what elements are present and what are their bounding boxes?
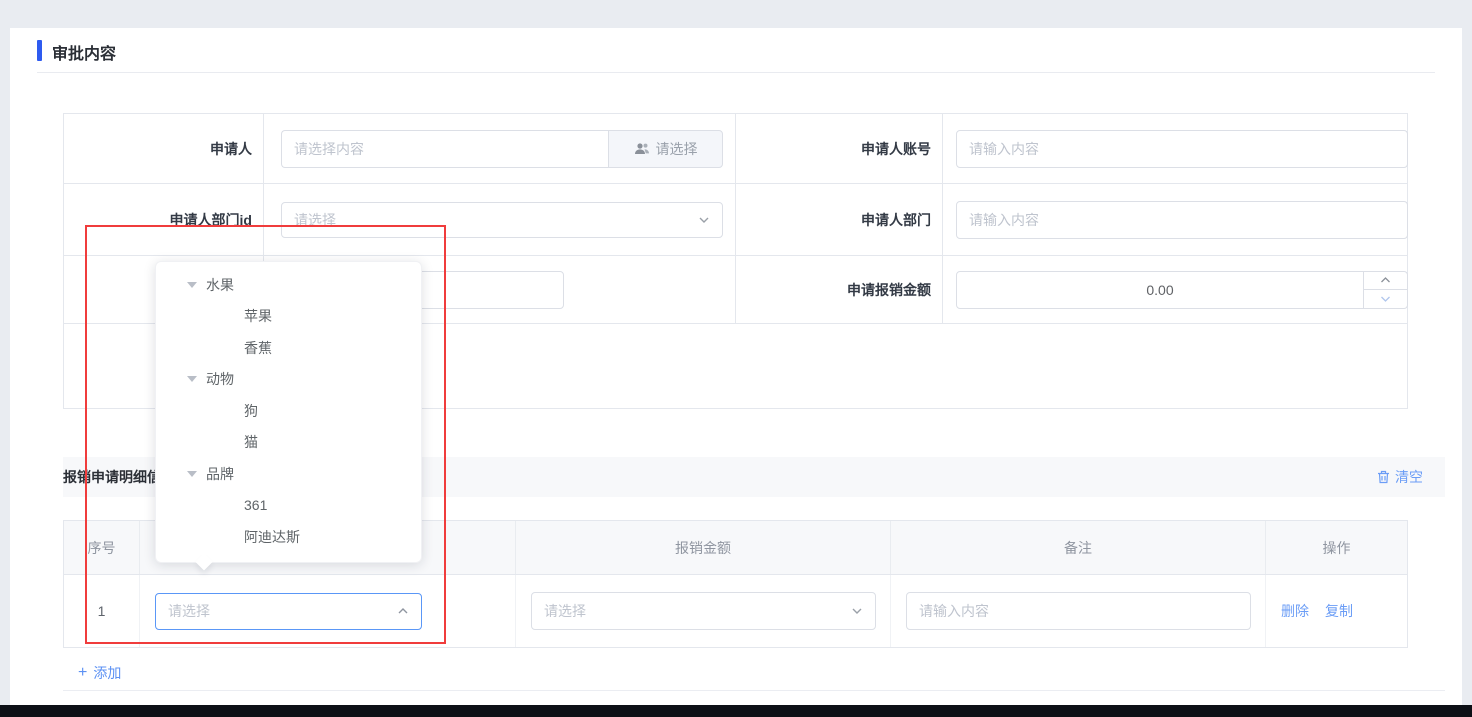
column-header-remark: 备注: [891, 521, 1266, 574]
copy-link[interactable]: 复制: [1325, 601, 1353, 621]
tree-node-label: 品牌: [206, 465, 234, 482]
amount-select-placeholder: 请选择: [544, 603, 586, 619]
stepper-decrease-button[interactable]: [1364, 290, 1407, 308]
collapse-caret-icon[interactable]: [187, 470, 197, 477]
reimburse-amount-stepper: 0.00: [956, 270, 1408, 309]
clear-button[interactable]: 清空: [1377, 467, 1423, 487]
plus-icon: +: [78, 664, 88, 681]
tree-node-leaf[interactable]: 苹果: [156, 301, 421, 333]
tree-node-group[interactable]: 动物: [156, 364, 421, 396]
applicant-input[interactable]: [281, 129, 608, 168]
department-id-label: 申请人部门id: [64, 184, 264, 255]
people-icon: [634, 142, 650, 156]
column-header-amount: 报销金额: [516, 521, 891, 574]
applicant-select-button-label: 请选择: [655, 140, 698, 157]
tree-node-leaf[interactable]: 361: [156, 490, 421, 522]
department-input[interactable]: [956, 200, 1408, 239]
applicant-select-button[interactable]: 请选择: [608, 129, 723, 168]
applicant-picker-group: 请选择: [281, 129, 723, 168]
clear-button-label: 清空: [1395, 469, 1423, 485]
tree-node-leaf[interactable]: 阿迪达斯: [156, 521, 421, 553]
reimburse-amount-value[interactable]: 0.00: [956, 270, 1364, 309]
tree-node-group[interactable]: 品牌: [156, 458, 421, 490]
form-row-applicant: 申请人 请选择 申请人账号: [64, 114, 1408, 184]
page-title: 审批内容: [52, 46, 117, 63]
column-header-operation: 操作: [1322, 539, 1351, 556]
trash-icon: [1377, 470, 1390, 484]
applicant-account-input[interactable]: [956, 129, 1408, 168]
row-index: 1: [64, 575, 140, 647]
type-tree-select[interactable]: 请选择: [155, 592, 422, 630]
tree-select-dropdown: 水果 苹果 香蕉 动物 狗 猫 品牌 361 阿迪达斯: [155, 261, 422, 571]
bottom-dark-bar: [0, 705, 1472, 717]
title-divider: [37, 72, 1435, 73]
section-bottom-divider: [63, 690, 1445, 691]
chevron-down-icon: [851, 605, 863, 617]
reimburse-amount-label: 申请报销金额: [736, 256, 943, 323]
collapse-caret-icon[interactable]: [187, 281, 197, 288]
chevron-up-icon: [397, 605, 409, 617]
tree-node-group[interactable]: 水果: [156, 269, 421, 301]
add-row-label: 添加: [93, 665, 122, 681]
applicant-label: 申请人: [64, 114, 264, 183]
title-accent-bar: [37, 40, 42, 61]
tree-node-leaf[interactable]: 香蕉: [156, 332, 421, 364]
column-header-index: 序号: [64, 521, 140, 574]
form-row-department-id: 申请人部门id 请选择 申请人部门: [64, 184, 1408, 256]
tree-node-label: 动物: [206, 371, 234, 388]
delete-link[interactable]: 删除: [1281, 601, 1309, 621]
department-id-select[interactable]: 请选择: [281, 201, 723, 238]
collapse-caret-icon[interactable]: [187, 376, 197, 383]
table-row: 1 请选择 请选择 删除 复制: [64, 575, 1407, 647]
department-label: 申请人部门: [736, 184, 943, 255]
amount-select[interactable]: 请选择: [531, 592, 876, 630]
applicant-account-label: 申请人账号: [736, 114, 943, 183]
chevron-down-icon: [698, 214, 710, 226]
remark-input[interactable]: [906, 592, 1251, 630]
tree-node-leaf[interactable]: 狗: [156, 395, 421, 427]
add-row-button[interactable]: + 添加: [78, 663, 121, 683]
tree-node-label: 水果: [206, 276, 234, 293]
department-id-select-placeholder: 请选择: [294, 211, 336, 228]
type-tree-select-placeholder: 请选择: [168, 603, 210, 619]
tree-node-leaf[interactable]: 猫: [156, 427, 421, 459]
stepper-increase-button[interactable]: [1364, 271, 1407, 290]
